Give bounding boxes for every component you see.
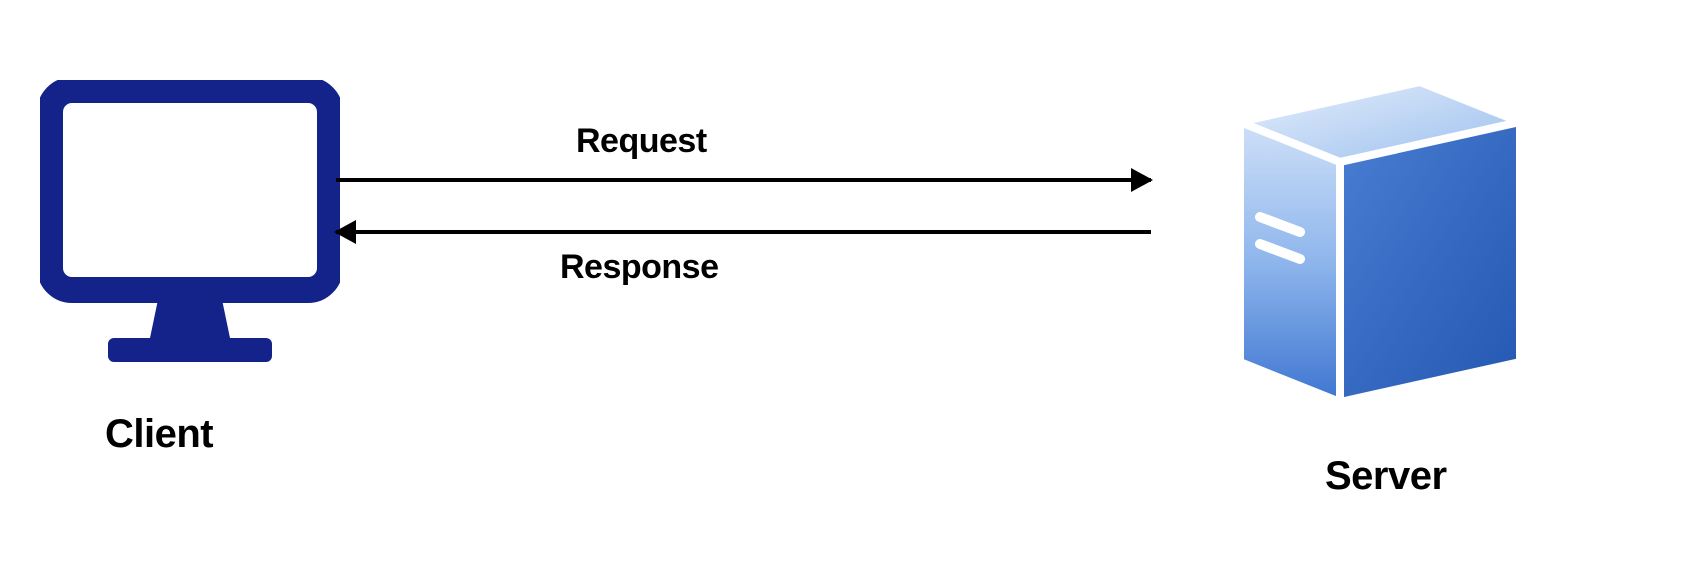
client-label: Client <box>105 412 213 457</box>
response-label: Response <box>560 248 719 287</box>
request-arrow <box>336 178 1151 182</box>
arrowhead-right-icon <box>1131 168 1153 192</box>
response-arrow <box>336 230 1151 234</box>
server-icon <box>1160 62 1540 442</box>
client-icon <box>40 80 340 380</box>
diagram-stage: Request Response Client Server <box>0 0 1682 576</box>
server-label: Server <box>1325 454 1447 499</box>
arrowhead-left-icon <box>334 220 356 244</box>
request-label: Request <box>576 122 707 161</box>
server-tower-icon <box>1160 62 1540 442</box>
monitor-icon <box>40 80 340 380</box>
